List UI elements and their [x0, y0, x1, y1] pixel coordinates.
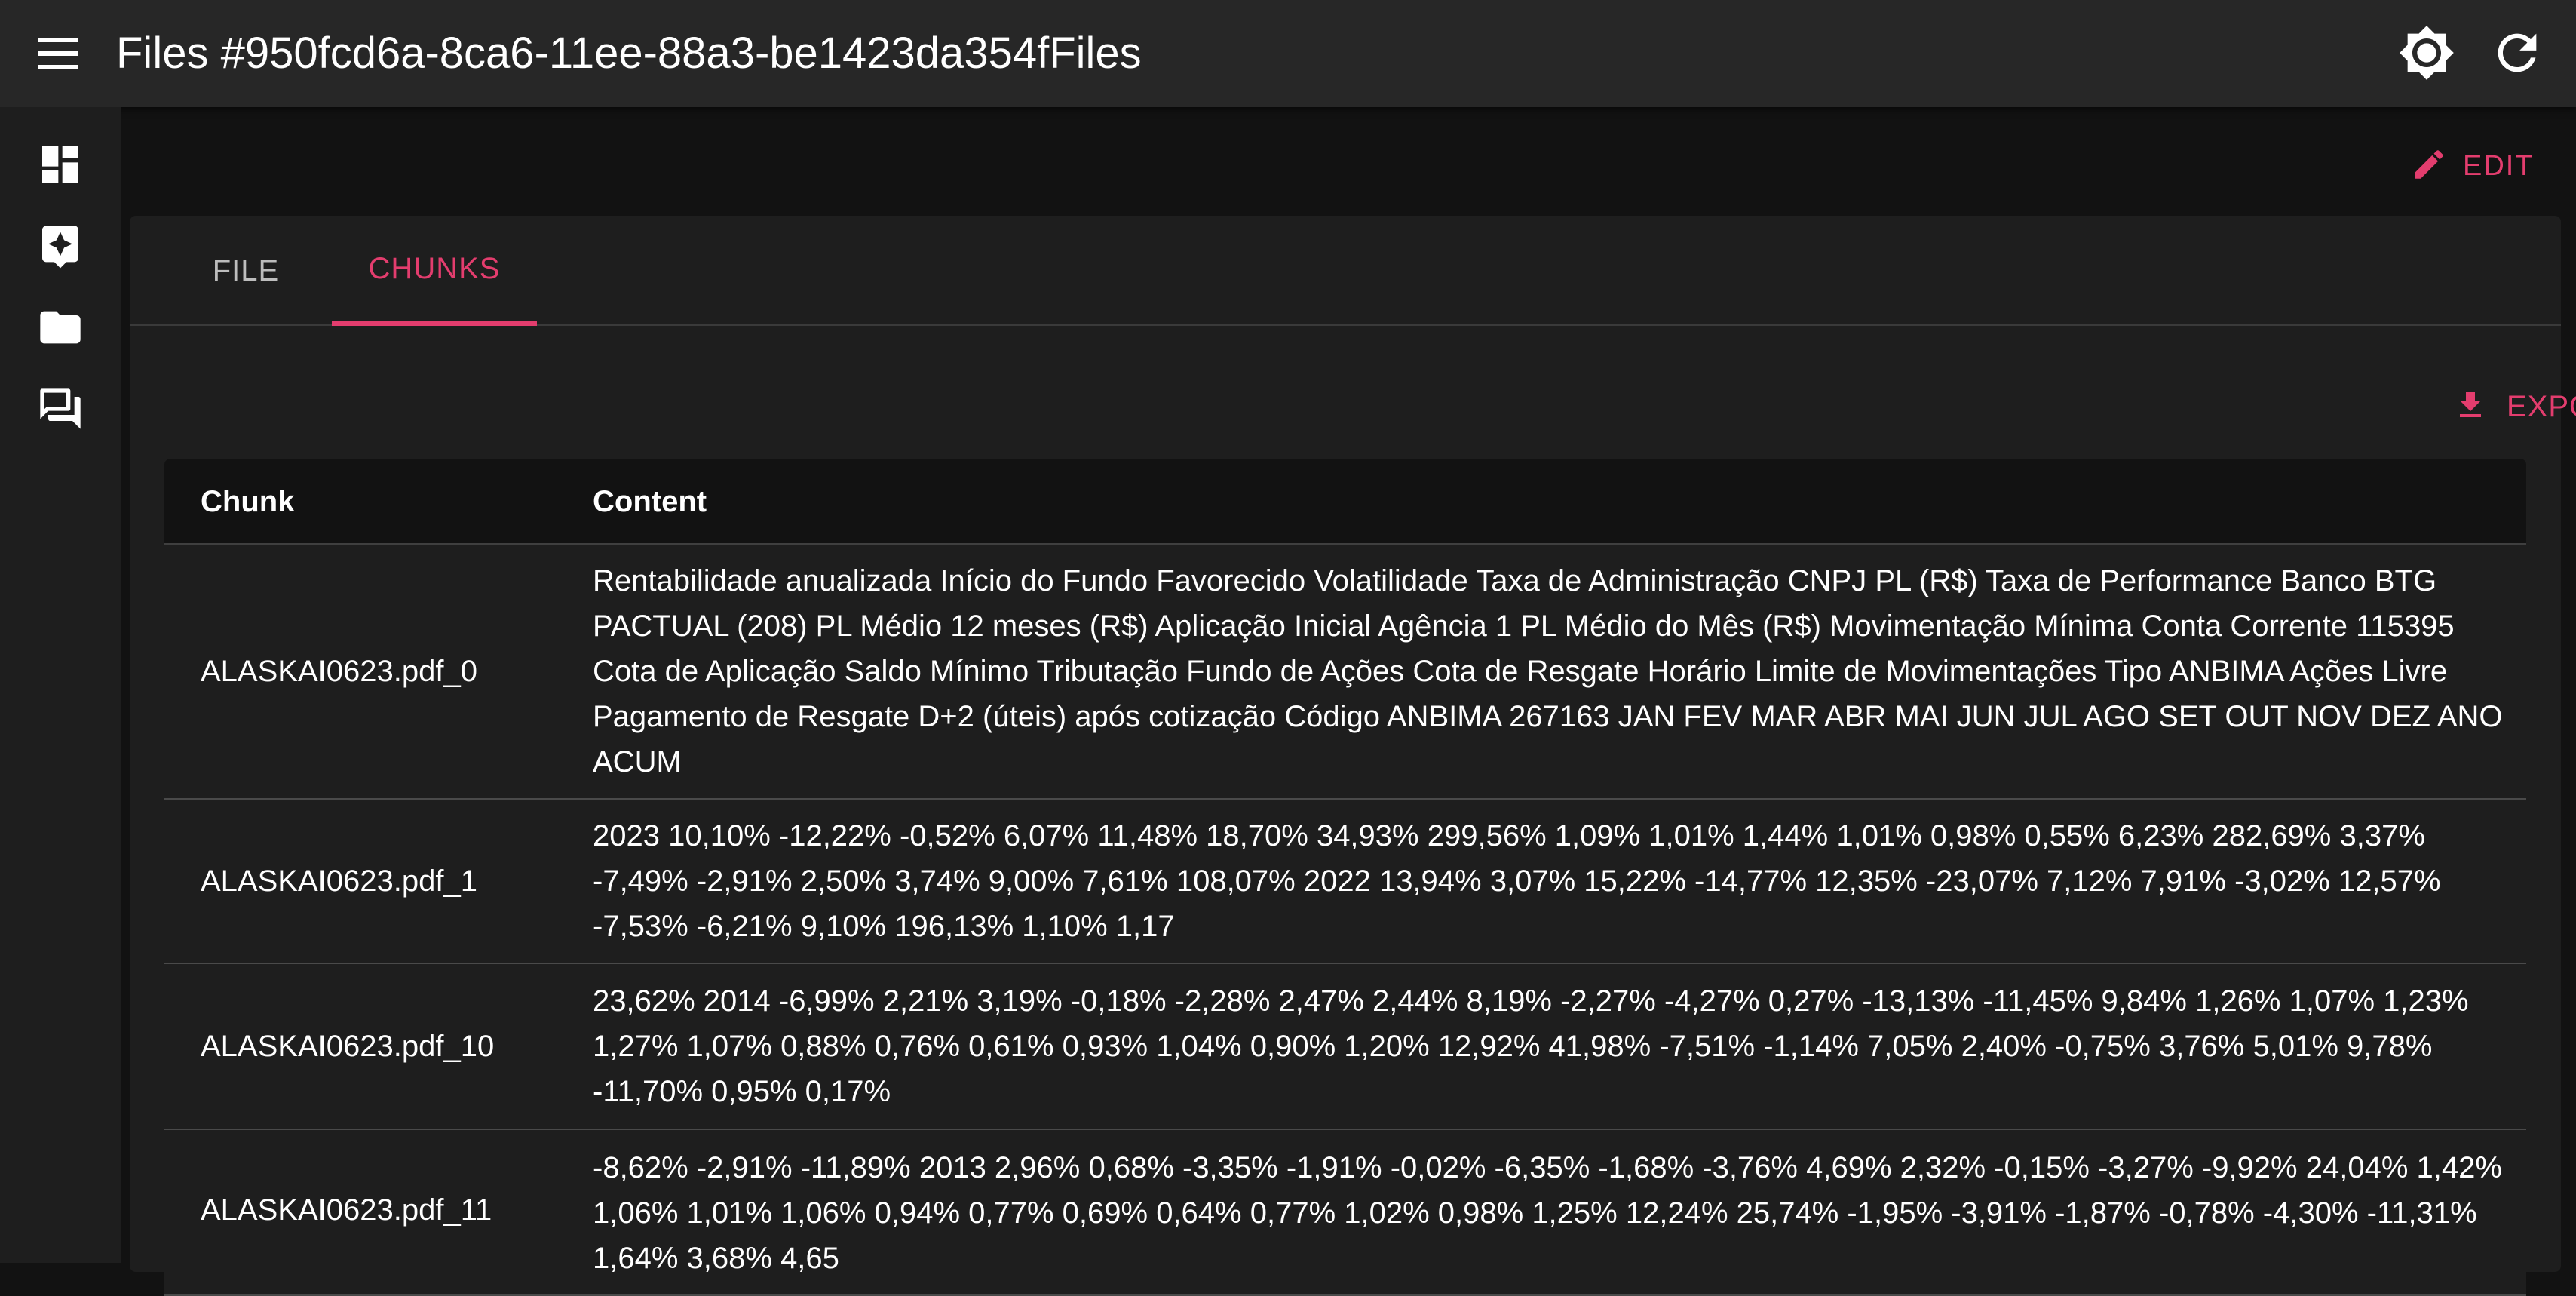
pencil-icon — [2410, 146, 2448, 187]
download-icon — [2452, 387, 2489, 427]
folder-icon — [36, 303, 84, 355]
table-row[interactable]: ALASKAI0623.pdf_0 Rentabilidade anualiza… — [164, 545, 2526, 800]
tab-file[interactable]: FILE — [184, 216, 308, 326]
column-header-chunk[interactable]: Chunk — [201, 459, 294, 545]
sidebar-item-chats[interactable] — [30, 380, 90, 441]
table-row[interactable]: ALASKAI0623.pdf_11 -8,62% -2,91% -11,89%… — [164, 1130, 2526, 1296]
dashboard-icon — [36, 140, 84, 192]
table-header: Chunk Content — [164, 459, 2526, 545]
edit-button[interactable]: EDIT — [2410, 142, 2553, 190]
tab-chunks[interactable]: CHUNKS — [332, 216, 537, 326]
sidebar-item-assistant[interactable] — [30, 217, 90, 278]
export-button-label: EXPORT — [2507, 389, 2576, 423]
forum-icon — [36, 385, 84, 437]
chunk-content-cell: 2023 10,10% -12,22% -0,52% 6,07% 11,48% … — [593, 819, 2441, 943]
chunk-name-cell: ALASKAI0623.pdf_1 — [201, 864, 477, 898]
chunks-table: Chunk Content ALASKAI0623.pdf_0 Rentabil… — [164, 459, 2526, 1296]
sidebar-item-files[interactable] — [30, 299, 90, 359]
sidebar-item-dashboard[interactable] — [30, 136, 90, 196]
chunk-name-cell: ALASKAI0623.pdf_10 — [201, 1029, 495, 1063]
chunk-content-cell: 23,62% 2014 -6,99% 2,21% 3,19% -0,18% -2… — [593, 984, 2469, 1108]
export-button[interactable]: EXPORT — [2452, 380, 2576, 433]
chunk-name-cell: ALASKAI0623.pdf_0 — [201, 654, 477, 688]
edit-button-label: EDIT — [2463, 149, 2535, 182]
chunk-content-cell: -8,62% -2,91% -11,89% 2013 2,96% 0,68% -… — [593, 1151, 2502, 1275]
assistant-icon — [36, 222, 84, 274]
tab-bar: FILE CHUNKS — [130, 216, 2561, 326]
brightness-icon[interactable] — [2398, 24, 2455, 81]
table-row[interactable]: ALASKAI0623.pdf_10 23,62% 2014 -6,99% 2,… — [164, 964, 2526, 1130]
table-row[interactable]: ALASKAI0623.pdf_1 2023 10,10% -12,22% -0… — [164, 800, 2526, 964]
app-bar: Files #950fcd6a-8ca6-11ee-88a3-be1423da3… — [0, 0, 2576, 107]
chunk-content-cell: Rentabilidade anualizada Início do Fundo… — [593, 564, 2503, 779]
sidebar — [0, 107, 121, 1263]
chunk-name-cell: ALASKAI0623.pdf_11 — [201, 1193, 492, 1227]
refresh-icon[interactable] — [2489, 24, 2546, 81]
column-header-content[interactable]: Content — [593, 459, 707, 545]
hamburger-menu-icon[interactable] — [33, 33, 83, 74]
page-title: Files #950fcd6a-8ca6-11ee-88a3-be1423da3… — [116, 29, 1142, 78]
